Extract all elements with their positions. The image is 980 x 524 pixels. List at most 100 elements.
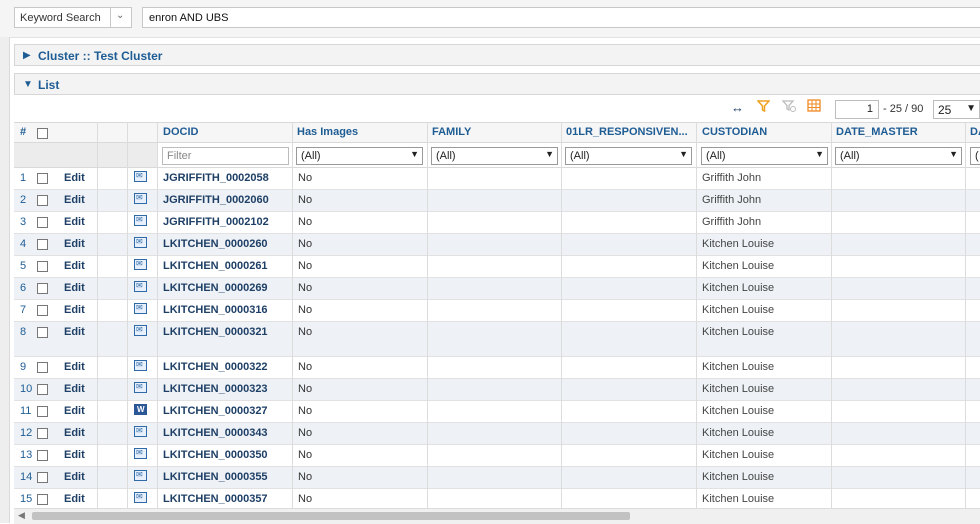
- row-checkbox[interactable]: [37, 428, 48, 439]
- docid-link[interactable]: LKITCHEN_0000261: [163, 260, 268, 272]
- email-icon[interactable]: ✉: [134, 193, 147, 204]
- edit-link[interactable]: Edit: [64, 383, 85, 395]
- column-header-family[interactable]: FAMILY: [432, 126, 471, 138]
- table-row[interactable]: 3 Edit ✉ JGRIFFITH_0002102 No Griffith John: [14, 212, 980, 234]
- email-icon[interactable]: ✉: [134, 360, 147, 371]
- family-filter-select[interactable]: (All) ▼: [431, 147, 558, 165]
- row-checkbox[interactable]: [37, 283, 48, 294]
- docid-link[interactable]: LKITCHEN_0000260: [163, 238, 268, 250]
- email-icon[interactable]: ✉: [134, 492, 147, 503]
- docid-link[interactable]: JGRIFFITH_0002102: [163, 216, 269, 228]
- custodian-filter-select[interactable]: (All) ▼: [701, 147, 828, 165]
- email-icon[interactable]: ✉: [134, 426, 147, 437]
- row-checkbox[interactable]: [37, 217, 48, 228]
- cluster-panel-header[interactable]: ▶ Cluster :: Test Cluster: [14, 44, 980, 66]
- column-header-responsive[interactable]: 01LR_RESPONSIVEN...: [566, 126, 696, 138]
- row-checkbox[interactable]: [37, 195, 48, 206]
- row-checkbox[interactable]: [37, 450, 48, 461]
- select-all-checkbox[interactable]: [37, 128, 48, 139]
- docid-link[interactable]: LKITCHEN_0000269: [163, 282, 268, 294]
- page-size-select[interactable]: 25 ▼: [933, 100, 980, 119]
- column-header-date-master[interactable]: DATE_MASTER: [836, 126, 918, 138]
- row-checkbox[interactable]: [37, 327, 48, 338]
- row-checkbox[interactable]: [37, 494, 48, 505]
- docid-link[interactable]: LKITCHEN_0000322: [163, 361, 268, 373]
- docid-link[interactable]: LKITCHEN_0000350: [163, 449, 268, 461]
- row-checkbox[interactable]: [37, 472, 48, 483]
- docid-link[interactable]: LKITCHEN_0000321: [163, 326, 268, 338]
- edit-link[interactable]: Edit: [64, 194, 85, 206]
- docid-link[interactable]: LKITCHEN_0000327: [163, 405, 268, 417]
- table-row[interactable]: 11 Edit W LKITCHEN_0000327 No Kitchen Louise: [14, 401, 980, 423]
- edit-link[interactable]: Edit: [64, 326, 85, 338]
- edit-link[interactable]: Edit: [64, 282, 85, 294]
- filter-icon[interactable]: [756, 99, 771, 115]
- list-panel-header[interactable]: ▼ List: [14, 73, 980, 95]
- table-row[interactable]: 9 Edit ✉ LKITCHEN_0000322 No Kitchen Louise: [14, 357, 980, 379]
- clear-filter-icon[interactable]: [781, 99, 796, 115]
- word-doc-icon[interactable]: W: [134, 404, 147, 415]
- table-row[interactable]: 7 Edit ✉ LKITCHEN_0000316 No Kitchen Louise: [14, 300, 980, 322]
- row-checkbox[interactable]: [37, 305, 48, 316]
- has-images-filter-select[interactable]: (All) ▼: [296, 147, 423, 165]
- table-row[interactable]: 4 Edit ✉ LKITCHEN_0000260 No Kitchen Louise: [14, 234, 980, 256]
- edit-link[interactable]: Edit: [64, 361, 85, 373]
- row-checkbox[interactable]: [37, 239, 48, 250]
- search-type-dropdown-button[interactable]: ⌄: [110, 8, 131, 27]
- email-icon[interactable]: ✉: [134, 259, 147, 270]
- docid-link[interactable]: LKITCHEN_0000355: [163, 471, 268, 483]
- edit-link[interactable]: Edit: [64, 449, 85, 461]
- table-row[interactable]: 8 Edit ✉ LKITCHEN_0000321 No Kitchen Louise: [14, 322, 980, 357]
- column-header-next[interactable]: DA: [970, 126, 980, 138]
- column-grid-icon[interactable]: [807, 99, 821, 115]
- column-header-has-images[interactable]: Has Images: [297, 126, 358, 138]
- email-icon[interactable]: ✉: [134, 382, 147, 393]
- table-row[interactable]: 5 Edit ✉ LKITCHEN_0000261 No Kitchen Louise: [14, 256, 980, 278]
- email-icon[interactable]: ✉: [134, 448, 147, 459]
- docid-filter-input[interactable]: Filter: [162, 147, 289, 165]
- date-master-filter-select[interactable]: (All) ▼: [835, 147, 962, 165]
- scrollbar-thumb[interactable]: [32, 512, 630, 520]
- horizontal-scrollbar[interactable]: ◀: [14, 508, 980, 524]
- email-icon[interactable]: ✉: [134, 303, 147, 314]
- table-row[interactable]: 1 Edit ✉ JGRIFFITH_0002058 No Griffith John: [14, 168, 980, 190]
- expand-columns-icon[interactable]: ↔: [731, 100, 744, 115]
- edit-link[interactable]: Edit: [64, 304, 85, 316]
- email-icon[interactable]: ✉: [134, 470, 147, 481]
- email-icon[interactable]: ✉: [134, 281, 147, 292]
- next-filter-select[interactable]: (: [970, 147, 980, 165]
- docid-link[interactable]: JGRIFFITH_0002058: [163, 172, 269, 184]
- row-checkbox[interactable]: [37, 406, 48, 417]
- table-row[interactable]: 6 Edit ✉ LKITCHEN_0000269 No Kitchen Louise: [14, 278, 980, 300]
- edit-link[interactable]: Edit: [64, 172, 85, 184]
- edit-link[interactable]: Edit: [64, 405, 85, 417]
- column-header-docid[interactable]: DOCID: [163, 126, 198, 138]
- table-row[interactable]: 13 Edit ✉ LKITCHEN_0000350 No Kitchen Louise: [14, 445, 980, 467]
- row-checkbox[interactable]: [37, 384, 48, 395]
- table-row[interactable]: 14 Edit ✉ LKITCHEN_0000355 No Kitchen Louise: [14, 467, 980, 489]
- column-header-custodian[interactable]: CUSTODIAN: [702, 126, 767, 138]
- table-row[interactable]: 12 Edit ✉ LKITCHEN_0000343 No Kitchen Louise: [14, 423, 980, 445]
- edit-link[interactable]: Edit: [64, 260, 85, 272]
- row-checkbox[interactable]: [37, 261, 48, 272]
- email-icon[interactable]: ✉: [134, 237, 147, 248]
- edit-link[interactable]: Edit: [64, 216, 85, 228]
- email-icon[interactable]: ✉: [134, 325, 147, 336]
- docid-link[interactable]: LKITCHEN_0000323: [163, 383, 268, 395]
- docid-link[interactable]: LKITCHEN_0000343: [163, 427, 268, 439]
- edit-link[interactable]: Edit: [64, 471, 85, 483]
- row-checkbox[interactable]: [37, 173, 48, 184]
- edit-link[interactable]: Edit: [64, 427, 85, 439]
- docid-link[interactable]: JGRIFFITH_0002060: [163, 194, 269, 206]
- table-row[interactable]: 2 Edit ✉ JGRIFFITH_0002060 No Griffith John: [14, 190, 980, 212]
- responsive-filter-select[interactable]: (All) ▼: [565, 147, 692, 165]
- row-checkbox[interactable]: [37, 362, 48, 373]
- docid-link[interactable]: LKITCHEN_0000357: [163, 493, 268, 505]
- email-icon[interactable]: ✉: [134, 171, 147, 182]
- search-input[interactable]: enron AND UBS: [142, 7, 980, 28]
- docid-link[interactable]: LKITCHEN_0000316: [163, 304, 268, 316]
- table-row[interactable]: 10 Edit ✉ LKITCHEN_0000323 No Kitchen Louise: [14, 379, 980, 401]
- email-icon[interactable]: ✉: [134, 215, 147, 226]
- search-type-select[interactable]: Keyword Search ⌄: [14, 7, 132, 28]
- scroll-left-arrow-icon[interactable]: ◀: [18, 510, 25, 521]
